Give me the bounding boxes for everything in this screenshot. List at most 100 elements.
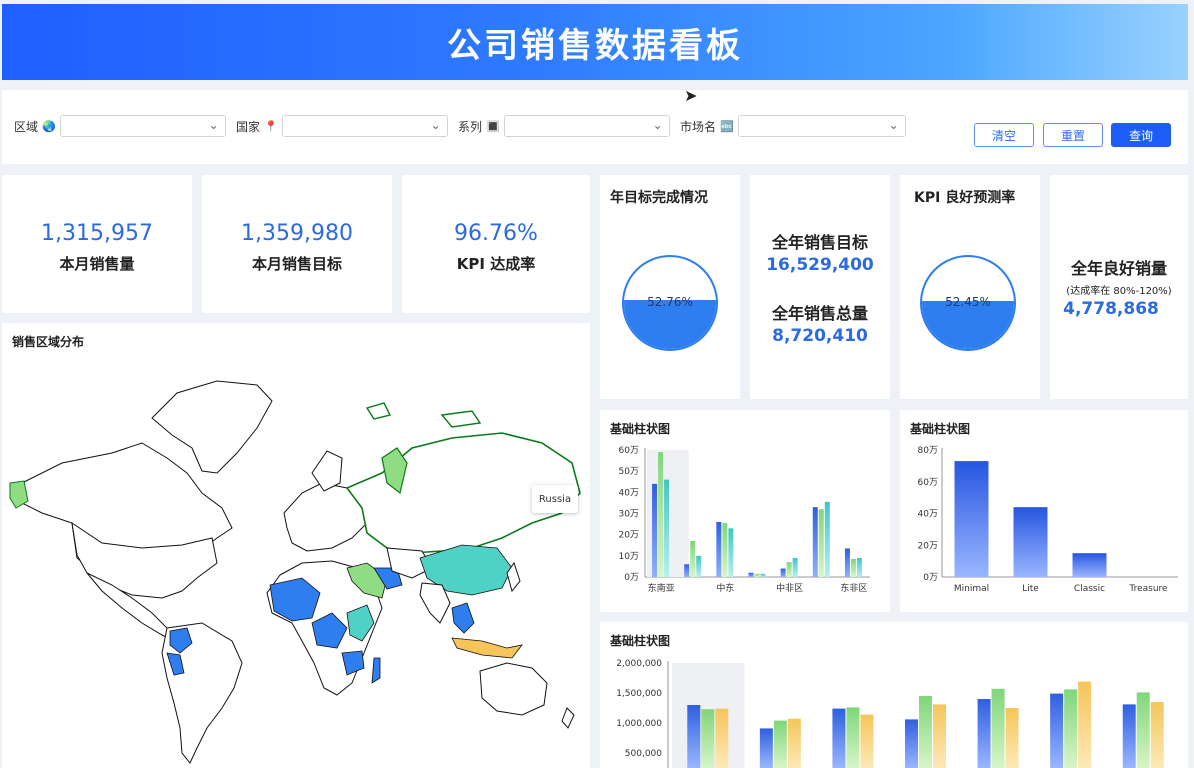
y-tick-label: 80万 [918, 446, 938, 456]
filter-country-label: 国家 [236, 119, 261, 134]
bar [1005, 708, 1019, 768]
bar [786, 562, 792, 577]
filter-country: 国家 📍 ⌄ [236, 115, 448, 137]
kpi-value: 96.76% [454, 221, 538, 246]
card-title: 年目标完成情况 [610, 190, 708, 206]
bar [696, 555, 702, 577]
bar [792, 557, 798, 577]
map-region-arctic-islands [440, 410, 482, 428]
y-tick-label: 2,000,000 [616, 659, 662, 669]
card-title: KPI 良好预测率 [914, 190, 1016, 206]
chevron-down-icon: ⌄ [430, 118, 441, 132]
bar [856, 557, 862, 577]
annual-liquid-gauge: 52.76% [622, 255, 718, 351]
bar [905, 719, 918, 768]
chevron-down-icon: ⌄ [888, 118, 899, 132]
bar [715, 708, 729, 768]
y-tick-label: 10万 [619, 552, 639, 562]
bar [773, 720, 787, 768]
total-label: 全年销售总量 [771, 304, 868, 323]
product-bar-chart[interactable]: 0万 20万 40万 60万 80万 Minimal Lite Classic Treasure [900, 410, 1188, 612]
filter-series-label: 系列 [458, 119, 483, 134]
query-button[interactable]: 查询 [1111, 123, 1171, 147]
good-sales-label: 全年良好销量 [1070, 259, 1167, 278]
map-region-greenland [151, 380, 273, 474]
bar [664, 479, 670, 577]
bar [658, 452, 664, 577]
bar [690, 541, 696, 577]
y-tick-label: 40万 [918, 510, 938, 520]
chevron-down-icon: ⌄ [208, 118, 219, 132]
bar [832, 708, 846, 768]
filter-region-label: 区域 [14, 119, 39, 134]
bar [760, 573, 766, 577]
y-tick-label: 1,500,000 [616, 689, 662, 699]
bar [687, 705, 701, 768]
mouse-cursor-icon: ➤ [684, 86, 698, 105]
clear-button[interactable]: 清空 [974, 123, 1034, 147]
sales-map-card: 销售区域分布 [2, 323, 590, 768]
bar [1136, 692, 1150, 768]
good-sales-note: (达成率在 80%-120%) [1066, 286, 1172, 297]
bar [684, 564, 690, 577]
map-region-svalbard [365, 402, 392, 420]
world-map[interactable] [2, 323, 590, 768]
forecast-liquid-gauge: 52.45% [920, 255, 1016, 351]
x-tick-label: Classic [1074, 584, 1105, 594]
x-tick-label: 东非区 [840, 582, 867, 594]
bar [1078, 681, 1092, 768]
y-tick-label: 20万 [918, 541, 938, 551]
bar [991, 688, 1005, 768]
bar [1150, 702, 1164, 768]
kpi-label: 本月销售目标 [251, 255, 342, 273]
filter-bar: 区域 🌏 ⌄ 国家 📍 ⌄ 系列 🔳 ⌄ 市场名 🔤 ⌄ 清空 重置 查询 [2, 90, 1188, 164]
y-tick-label: 0万 [923, 573, 938, 583]
gauge-percent: 52.76% [647, 295, 693, 309]
y-tick-label: 60万 [619, 446, 639, 456]
kpi-card-achievement: 96.76% KPI 达成率 [402, 175, 590, 313]
bar [652, 483, 658, 577]
country-select[interactable]: ⌄ [281, 115, 448, 137]
trend-bar-chart[interactable]: 500,000 1,000,000 1,500,000 2,000,000 [600, 622, 1188, 768]
y-tick-label: 60万 [918, 478, 938, 488]
region-select[interactable]: ⌄ [59, 115, 226, 137]
x-tick-label: 中非区 [776, 582, 803, 594]
target-label: 全年销售目标 [771, 233, 868, 252]
good-sales-value: 4,778,868 [1063, 299, 1159, 319]
market-select[interactable]: ⌄ [737, 115, 906, 137]
x-tick-label: Lite [1022, 584, 1039, 594]
filter-region: 区域 🌏 ⌄ [14, 115, 226, 137]
kpi-value: 1,359,980 [241, 221, 353, 246]
pin-icon: 📍 [264, 119, 278, 133]
map-tooltip: Russia [532, 485, 578, 513]
trend-bar-chart-card: 基础柱状图 500,000 1,000,000 1,500,000 2,000,000 [600, 622, 1188, 768]
globe-icon: 🌏 [42, 119, 56, 133]
reset-button[interactable]: 重置 [1043, 123, 1103, 147]
y-tick-label: 40万 [619, 488, 639, 498]
y-tick-label: 1,000,000 [616, 719, 662, 729]
series-select[interactable]: ⌄ [503, 115, 670, 137]
bar [846, 707, 860, 768]
bar [701, 709, 715, 768]
y-tick-label: 30万 [619, 510, 639, 520]
bar [919, 696, 932, 768]
bar [1050, 693, 1064, 768]
y-tick-label: 50万 [619, 467, 639, 477]
kpi-label: KPI 达成率 [456, 255, 536, 273]
annual-totals-card: 全年销售目标 16,529,400 全年销售总量 8,720,410 [750, 175, 890, 399]
bar [844, 548, 850, 577]
page-title: 公司销售数据看板 [447, 25, 743, 66]
abc-icon: 🔤 [720, 119, 734, 133]
dashboard-header: 公司销售数据看板 [2, 4, 1188, 80]
y-tick-label: 0万 [624, 573, 639, 583]
good-sales-card: 全年良好销量 (达成率在 80%-120%) 4,778,868 [1050, 175, 1188, 399]
map-region-madagascar [371, 657, 381, 684]
y-tick-label: 500,000 [625, 749, 662, 759]
x-tick-label: Treasure [1128, 584, 1168, 594]
map-region-australia [479, 662, 548, 716]
bar [818, 509, 824, 577]
bar [754, 573, 760, 577]
map-region-southeast-asia [451, 602, 475, 634]
region-bar-chart[interactable]: 0万 10万 20万 30万 40万 50万 60万东南亚 中东 中非区 东非区 [600, 410, 890, 612]
kpi-card-monthly-target: 1,359,980 本月销售目标 [202, 175, 392, 313]
